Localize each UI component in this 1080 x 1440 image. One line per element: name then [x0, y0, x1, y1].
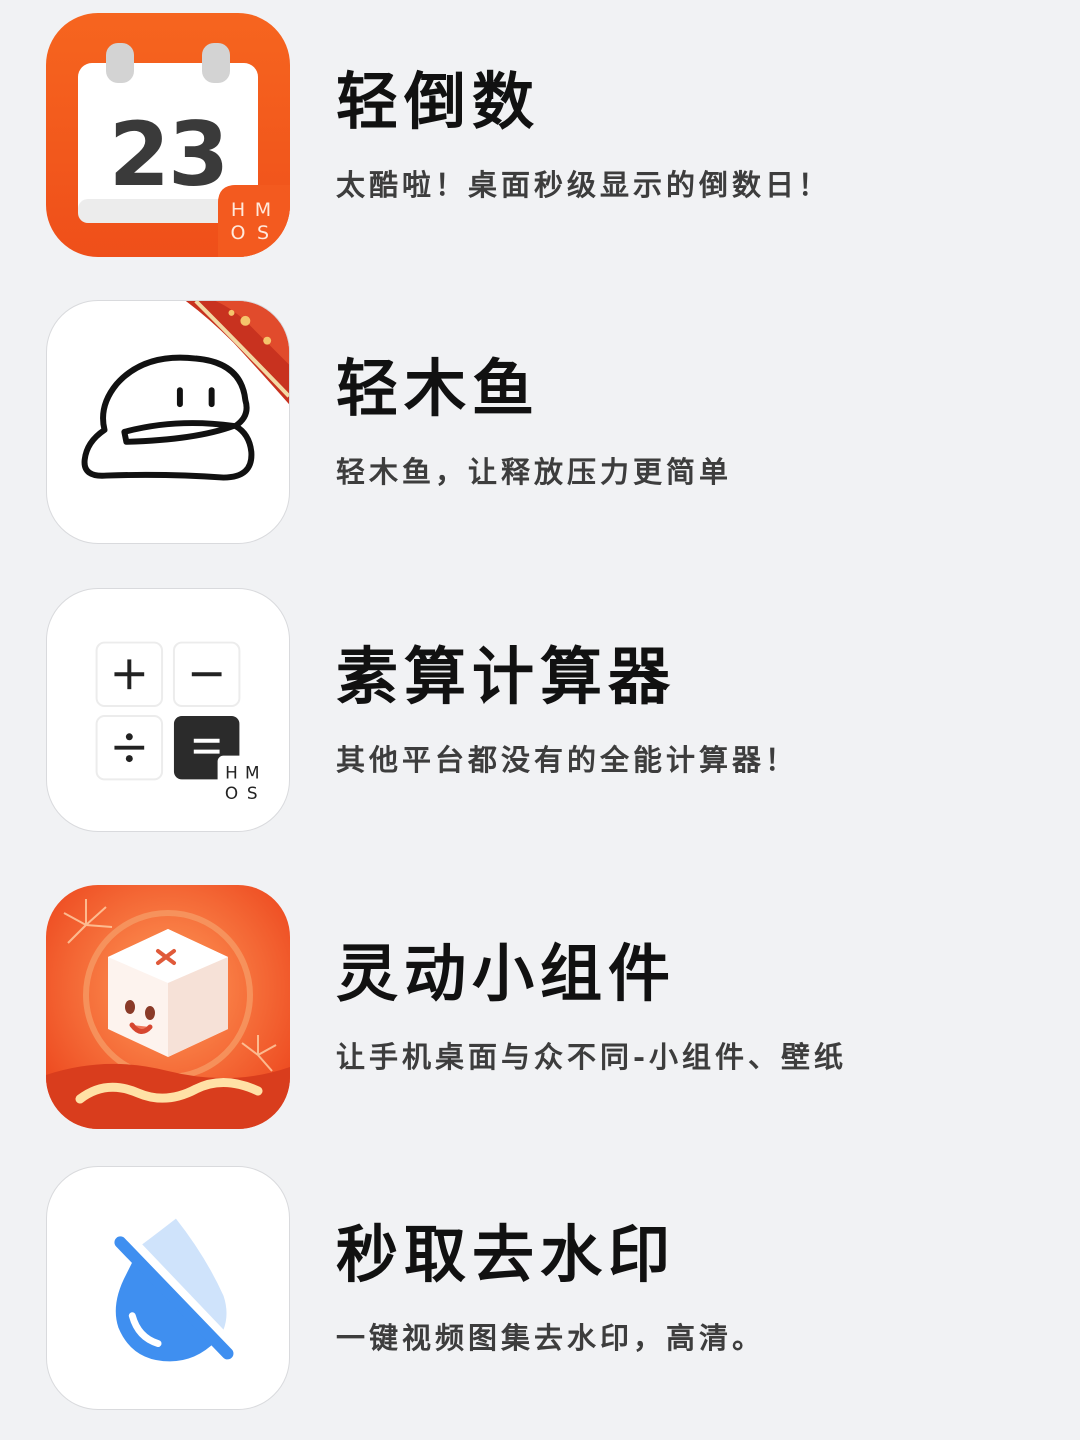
app-name: 素算计算器	[336, 640, 677, 713]
app-name: 轻木鱼	[336, 352, 541, 425]
hmos-badge-o: O	[225, 783, 238, 803]
calculator-icon[interactable]: H M O S	[46, 588, 290, 832]
app-name: 轻倒数	[336, 65, 541, 138]
app-description: 让手机桌面与众不同-小组件、壁纸	[336, 1040, 848, 1074]
app-item-widgets[interactable]: 灵动小组件 让手机桌面与众不同-小组件、壁纸	[46, 885, 1046, 1129]
app-item-wooden-fish[interactable]: 轻木鱼 轻木鱼，让释放压力更简单	[46, 300, 1046, 544]
app-description: 其他平台都没有的全能计算器！	[336, 743, 799, 777]
app-item-countdown[interactable]: 23 H M O S 轻倒数 太酷啦！桌面秒级显示的倒数日！	[46, 13, 1046, 257]
calculator-icon-graphic: H M O S	[95, 641, 272, 806]
hmos-badge-h: H	[231, 199, 245, 221]
app-description: 一键视频图集去水印，高清。	[336, 1321, 766, 1355]
wooden-fish-icon[interactable]	[46, 300, 290, 544]
calendar-countdown-icon[interactable]: 23 H M O S	[46, 13, 290, 257]
cube-mascot-icon[interactable]	[46, 885, 290, 1129]
app-list: 23 H M O S 轻倒数 太酷啦！桌面秒级显示的倒数日！ 轻木鱼 轻木鱼，让…	[0, 0, 1080, 1440]
hmos-badge-m: M	[245, 762, 260, 782]
water-drop-slash-icon[interactable]	[46, 1166, 290, 1410]
water-drop-slash-icon-graphic	[114, 1218, 234, 1362]
app-item-calculator[interactable]: H M O S 素算计算器 其他平台都没有的全能计算器！	[46, 588, 1046, 832]
app-description: 轻木鱼，让释放压力更简单	[336, 455, 733, 489]
calendar-countdown-icon-graphic: 23 H M O S	[46, 13, 290, 257]
app-item-watermark-remover[interactable]: 秒取去水印 一键视频图集去水印，高清。	[46, 1166, 1046, 1410]
wooden-fish-icon-graphic	[81, 301, 289, 481]
hmos-badge-h: H	[225, 762, 238, 782]
cube-mascot-icon-graphic	[46, 885, 290, 1129]
hmos-badge-m: M	[255, 199, 271, 221]
hmos-badge-s: S	[257, 222, 269, 244]
app-name: 灵动小组件	[336, 937, 677, 1010]
hmos-badge-o: O	[231, 222, 246, 244]
app-name: 秒取去水印	[336, 1218, 677, 1291]
calendar-number: 23	[109, 103, 227, 206]
hmos-badge-s: S	[247, 783, 258, 803]
app-description: 太酷啦！桌面秒级显示的倒数日！	[336, 168, 832, 202]
